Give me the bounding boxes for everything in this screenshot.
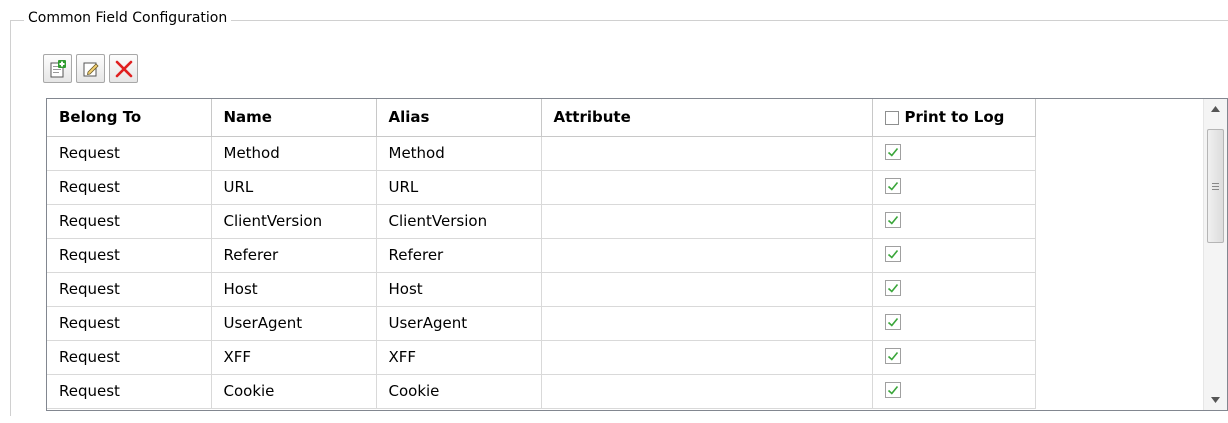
scroll-up-arrow[interactable] bbox=[1204, 99, 1227, 119]
table-row[interactable]: Request XFF XFF bbox=[47, 340, 1036, 375]
cell-belong-to[interactable]: Request bbox=[47, 170, 212, 205]
cell-belong-to[interactable]: Request bbox=[47, 272, 212, 307]
chevron-down-icon bbox=[1211, 397, 1220, 403]
cell-alias[interactable]: Cookie bbox=[376, 374, 542, 409]
col-header-belong-to[interactable]: Belong To bbox=[47, 99, 212, 137]
cell-print-to-log[interactable] bbox=[872, 170, 1036, 205]
cell-print-to-log[interactable] bbox=[872, 340, 1036, 375]
cell-belong-to[interactable]: Request bbox=[47, 306, 212, 341]
cell-alias[interactable]: Host bbox=[376, 272, 542, 307]
print-to-log-checkbox[interactable] bbox=[884, 348, 901, 364]
cell-belong-to[interactable]: Request bbox=[47, 374, 212, 409]
cell-belong-to[interactable]: Request bbox=[47, 136, 212, 171]
add-icon bbox=[50, 59, 66, 77]
cell-alias[interactable]: Method bbox=[376, 136, 542, 171]
checkmark-icon bbox=[887, 385, 898, 395]
checkmark-icon bbox=[887, 249, 898, 259]
cell-print-to-log[interactable] bbox=[872, 272, 1036, 307]
cell-belong-to[interactable]: Request bbox=[47, 204, 212, 239]
cell-attribute[interactable] bbox=[541, 136, 873, 171]
cell-alias[interactable]: Referer bbox=[376, 238, 542, 273]
edit-icon bbox=[83, 62, 99, 76]
cell-attribute[interactable] bbox=[541, 272, 873, 307]
cell-print-to-log[interactable] bbox=[872, 374, 1036, 409]
grip-icon bbox=[1212, 182, 1219, 190]
checkmark-icon bbox=[887, 147, 898, 157]
col-header-name[interactable]: Name bbox=[211, 99, 377, 137]
cell-name[interactable]: ClientVersion bbox=[211, 204, 377, 239]
print-to-log-label: Print to Log bbox=[904, 108, 1005, 127]
cell-attribute[interactable] bbox=[541, 340, 873, 375]
col-header-attribute[interactable]: Attribute bbox=[541, 99, 873, 137]
cell-attribute[interactable] bbox=[541, 204, 873, 239]
print-to-log-checkbox[interactable] bbox=[884, 314, 901, 330]
delete-button[interactable] bbox=[109, 54, 138, 83]
scrollbar-thumb[interactable] bbox=[1207, 129, 1224, 243]
col-header-print-to-log[interactable]: Print to Log bbox=[872, 99, 1036, 137]
print-to-log-checkbox[interactable] bbox=[884, 382, 901, 398]
cell-name[interactable]: XFF bbox=[211, 340, 377, 375]
vertical-scrollbar[interactable] bbox=[1203, 99, 1227, 410]
print-to-log-checkbox[interactable] bbox=[884, 144, 901, 160]
cell-print-to-log[interactable] bbox=[872, 136, 1036, 171]
scroll-down-arrow[interactable] bbox=[1204, 390, 1227, 410]
checkmark-icon bbox=[887, 215, 898, 225]
cell-print-to-log[interactable] bbox=[872, 238, 1036, 273]
cell-attribute[interactable] bbox=[541, 170, 873, 205]
cell-alias[interactable]: ClientVersion bbox=[376, 204, 542, 239]
cell-attribute[interactable] bbox=[541, 374, 873, 409]
cell-print-to-log[interactable] bbox=[872, 204, 1036, 239]
cell-attribute[interactable] bbox=[541, 238, 873, 273]
edit-button[interactable] bbox=[76, 54, 105, 83]
table-row[interactable]: Request Method Method bbox=[47, 136, 1036, 171]
table-row[interactable]: Request UserAgent UserAgent bbox=[47, 306, 1036, 341]
chevron-up-icon bbox=[1211, 106, 1220, 112]
cell-name[interactable]: URL bbox=[211, 170, 377, 205]
cell-name[interactable]: Host bbox=[211, 272, 377, 307]
col-header-alias[interactable]: Alias bbox=[376, 99, 542, 137]
table-row[interactable]: Request Cookie Cookie bbox=[47, 374, 1036, 409]
field-table: Belong To Name Alias Attribute Print to … bbox=[46, 98, 1228, 411]
cell-print-to-log[interactable] bbox=[872, 306, 1036, 341]
cell-alias[interactable]: UserAgent bbox=[376, 306, 542, 341]
group-title: Common Field Configuration bbox=[24, 9, 232, 27]
print-to-log-checkbox[interactable] bbox=[884, 178, 901, 194]
toolbar bbox=[43, 54, 138, 86]
cell-name[interactable]: Method bbox=[211, 136, 377, 171]
cell-name[interactable]: Cookie bbox=[211, 374, 377, 409]
delete-icon bbox=[115, 60, 132, 77]
cell-belong-to[interactable]: Request bbox=[47, 238, 212, 273]
cell-name[interactable]: Referer bbox=[211, 238, 377, 273]
cell-attribute[interactable] bbox=[541, 306, 873, 341]
table-row[interactable]: Request ClientVersion ClientVersion bbox=[47, 204, 1036, 239]
add-button[interactable] bbox=[43, 54, 72, 83]
cell-alias[interactable]: XFF bbox=[376, 340, 542, 375]
checkmark-icon bbox=[887, 181, 898, 191]
table-row[interactable]: Request Host Host bbox=[47, 272, 1036, 307]
cell-name[interactable]: UserAgent bbox=[211, 306, 377, 341]
table-row[interactable]: Request Referer Referer bbox=[47, 238, 1036, 273]
print-to-log-checkbox[interactable] bbox=[884, 212, 901, 228]
checkmark-icon bbox=[887, 317, 898, 327]
checkmark-icon bbox=[887, 283, 898, 293]
print-to-log-checkbox[interactable] bbox=[884, 246, 901, 262]
print-to-log-checkbox[interactable] bbox=[884, 280, 901, 296]
checkmark-icon bbox=[887, 351, 898, 361]
cell-alias[interactable]: URL bbox=[376, 170, 542, 205]
table-row[interactable]: Request URL URL bbox=[47, 170, 1036, 205]
table-header-row: Belong To Name Alias Attribute Print to … bbox=[47, 99, 1036, 137]
cell-belong-to[interactable]: Request bbox=[47, 340, 212, 375]
print-to-log-header-checkbox[interactable] bbox=[884, 110, 899, 125]
